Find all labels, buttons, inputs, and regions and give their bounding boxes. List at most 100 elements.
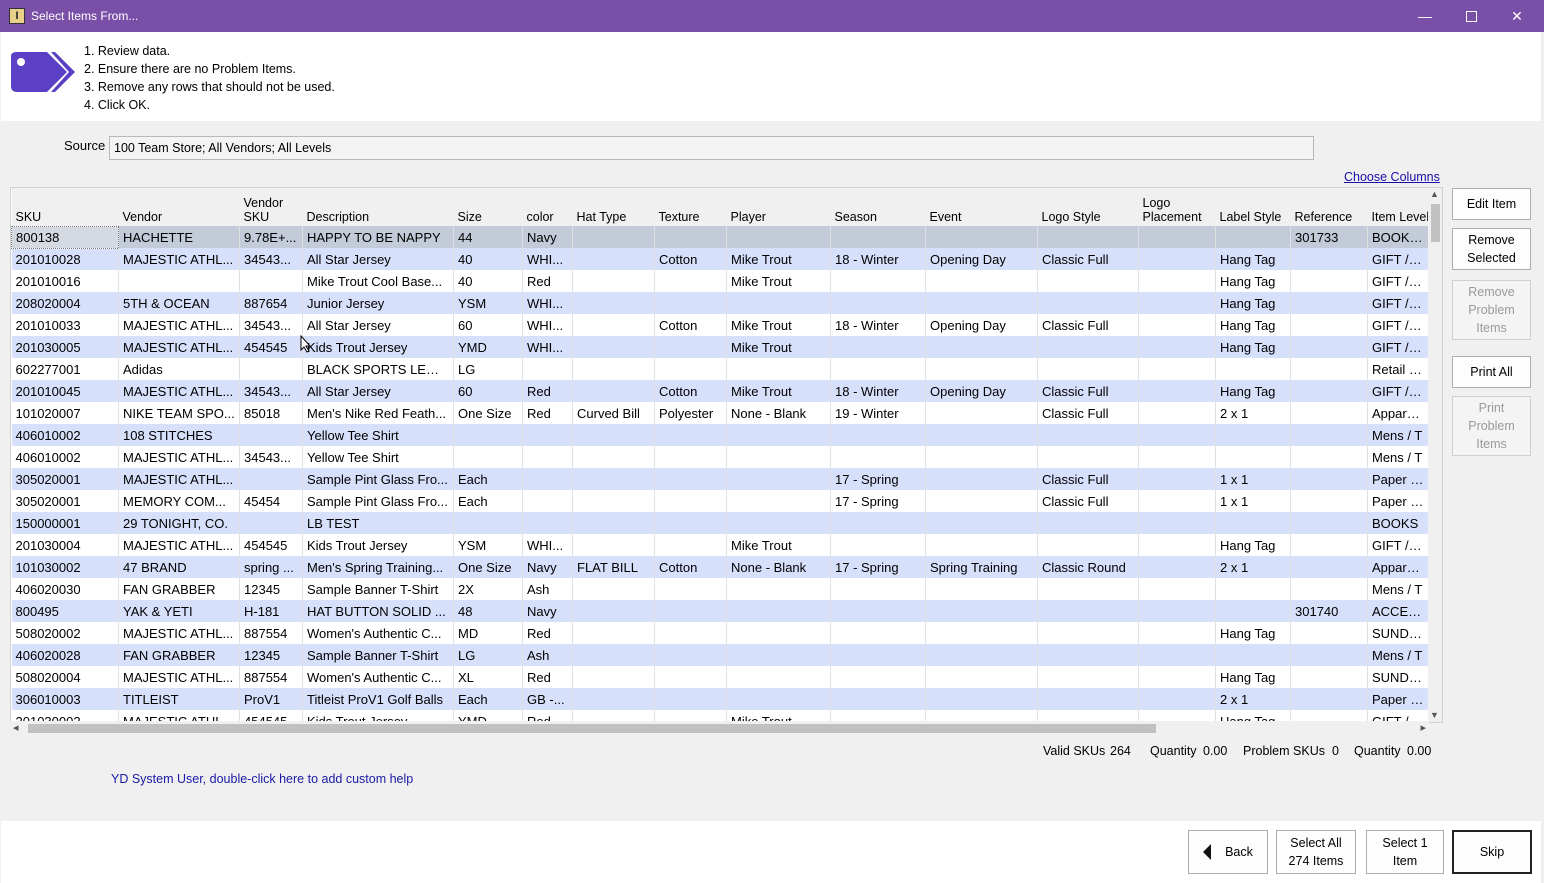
- column-header[interactable]: Logo Style: [1037, 188, 1139, 226]
- table-cell[interactable]: [239, 358, 303, 380]
- table-cell[interactable]: 18 - Winter: [830, 380, 926, 402]
- table-row[interactable]: 306010003 TITLEIST ProV1 Titleist ProV1 Gol…: [11, 688, 1429, 710]
- table-cell[interactable]: Junior Jersey: [302, 292, 454, 314]
- table-cell[interactable]: 5TH & OCEAN: [118, 292, 240, 314]
- table-cell[interactable]: 17 - Spring: [830, 556, 926, 578]
- table-cell[interactable]: Sample Pint Glass Fro...: [302, 490, 454, 512]
- table-row[interactable]: 406010002 108 STITCHES Yellow Tee Shirt Men…: [11, 424, 1429, 446]
- table-cell[interactable]: 454545: [239, 534, 303, 556]
- table-cell[interactable]: Navy: [522, 600, 573, 622]
- table-cell[interactable]: [726, 600, 831, 622]
- table-cell[interactable]: WHI...: [522, 292, 573, 314]
- table-cell[interactable]: 34543...: [239, 248, 303, 270]
- table-cell[interactable]: [726, 512, 831, 534]
- table-cell[interactable]: [239, 512, 303, 534]
- table-cell[interactable]: Opening Day: [925, 380, 1038, 402]
- table-cell[interactable]: [726, 644, 831, 666]
- table-cell[interactable]: [1138, 600, 1216, 622]
- table-cell[interactable]: One Size: [453, 556, 523, 578]
- table-cell[interactable]: 85018: [239, 402, 303, 424]
- table-cell[interactable]: Classic Full: [1037, 468, 1139, 490]
- table-cell[interactable]: [654, 446, 727, 468]
- table-cell[interactable]: Opening Day: [925, 314, 1038, 336]
- table-cell[interactable]: [830, 622, 926, 644]
- table-cell[interactable]: BOOKS /: [1367, 226, 1429, 248]
- table-cell[interactable]: 406020028: [11, 644, 119, 666]
- table-cell[interactable]: Hang Tag: [1215, 380, 1291, 402]
- table-cell[interactable]: LB TEST: [302, 512, 454, 534]
- table-cell[interactable]: [1138, 644, 1216, 666]
- table-cell[interactable]: [726, 622, 831, 644]
- table-cell[interactable]: [1138, 622, 1216, 644]
- table-cell[interactable]: 45454: [239, 490, 303, 512]
- table-cell[interactable]: [654, 688, 727, 710]
- print-problem-items-button[interactable]: Print Problem Items: [1452, 396, 1531, 456]
- table-cell[interactable]: [1290, 424, 1368, 446]
- table-cell[interactable]: Kids Trout Jersey: [302, 336, 454, 358]
- table-cell[interactable]: [572, 314, 655, 336]
- table-cell[interactable]: [572, 226, 655, 248]
- table-cell[interactable]: [654, 468, 727, 490]
- table-cell[interactable]: [1138, 556, 1216, 578]
- table-cell[interactable]: 201030004: [11, 534, 119, 556]
- table-cell[interactable]: MAJESTIC ATHL...: [118, 622, 240, 644]
- table-cell[interactable]: XL: [453, 666, 523, 688]
- table-cell[interactable]: GIFT / Au: [1367, 248, 1429, 270]
- scroll-right-icon[interactable]: ▸: [1420, 721, 1426, 734]
- table-cell[interactable]: [1290, 468, 1368, 490]
- table-cell[interactable]: [1290, 666, 1368, 688]
- table-cell[interactable]: 150000001: [11, 512, 119, 534]
- table-cell[interactable]: [1215, 446, 1291, 468]
- table-cell[interactable]: YAK & YETI: [118, 600, 240, 622]
- back-button[interactable]: Back: [1188, 830, 1268, 874]
- table-cell[interactable]: [1138, 578, 1216, 600]
- table-cell[interactable]: 201030005: [11, 336, 119, 358]
- table-cell[interactable]: 18 - Winter: [830, 248, 926, 270]
- table-row[interactable]: 201010045 MAJESTIC ATHL... 34543... All Sta…: [11, 380, 1429, 402]
- table-cell[interactable]: [1138, 446, 1216, 468]
- table-cell[interactable]: 406010002: [11, 446, 119, 468]
- table-cell[interactable]: Curved Bill: [572, 402, 655, 424]
- table-cell[interactable]: [830, 534, 926, 556]
- table-cell[interactable]: [726, 490, 831, 512]
- table-cell[interactable]: 201010028: [11, 248, 119, 270]
- table-cell[interactable]: [925, 270, 1038, 292]
- table-cell[interactable]: [925, 490, 1038, 512]
- table-cell[interactable]: HAPPY TO BE NAPPY: [302, 226, 454, 248]
- table-cell[interactable]: [1138, 226, 1216, 248]
- table-cell[interactable]: YMD: [453, 336, 523, 358]
- table-cell[interactable]: [1215, 600, 1291, 622]
- table-cell[interactable]: [1290, 512, 1368, 534]
- table-cell[interactable]: [522, 512, 573, 534]
- table-cell[interactable]: Hang Tag: [1215, 292, 1291, 314]
- scroll-left-icon[interactable]: ◂: [13, 721, 19, 734]
- table-cell[interactable]: 12345: [239, 644, 303, 666]
- table-cell[interactable]: All Star Jersey: [302, 314, 454, 336]
- table-cell[interactable]: Ash: [522, 578, 573, 600]
- table-cell[interactable]: [726, 446, 831, 468]
- table-cell[interactable]: LG: [453, 358, 523, 380]
- table-cell[interactable]: [1037, 622, 1139, 644]
- table-cell[interactable]: 17 - Spring: [830, 468, 926, 490]
- table-row[interactable]: 101030002 47 BRAND spring ... Men's Spring …: [11, 556, 1429, 578]
- table-cell[interactable]: 101030002: [11, 556, 119, 578]
- table-cell[interactable]: [453, 446, 523, 468]
- table-cell[interactable]: Spring Training: [925, 556, 1038, 578]
- table-cell[interactable]: 887554: [239, 666, 303, 688]
- table-cell[interactable]: [1037, 534, 1139, 556]
- table-cell[interactable]: Men's Spring Training...: [302, 556, 454, 578]
- table-cell[interactable]: [1138, 468, 1216, 490]
- column-header[interactable]: Logo Placement: [1138, 188, 1216, 226]
- table-row[interactable]: 406020028 FAN GRABBER 12345 Sample Banner T…: [11, 644, 1429, 666]
- table-cell[interactable]: [1037, 600, 1139, 622]
- table-cell[interactable]: [830, 644, 926, 666]
- table-cell[interactable]: [522, 424, 573, 446]
- table-cell[interactable]: 301733: [1290, 226, 1368, 248]
- table-cell[interactable]: [1138, 534, 1216, 556]
- table-cell[interactable]: Hang Tag: [1215, 666, 1291, 688]
- table-cell[interactable]: LG: [453, 644, 523, 666]
- table-cell[interactable]: Mike Trout: [726, 248, 831, 270]
- table-cell[interactable]: Navy: [522, 226, 573, 248]
- table-cell[interactable]: GIFT / Au: [1367, 336, 1429, 358]
- scroll-thumb[interactable]: [28, 724, 1156, 733]
